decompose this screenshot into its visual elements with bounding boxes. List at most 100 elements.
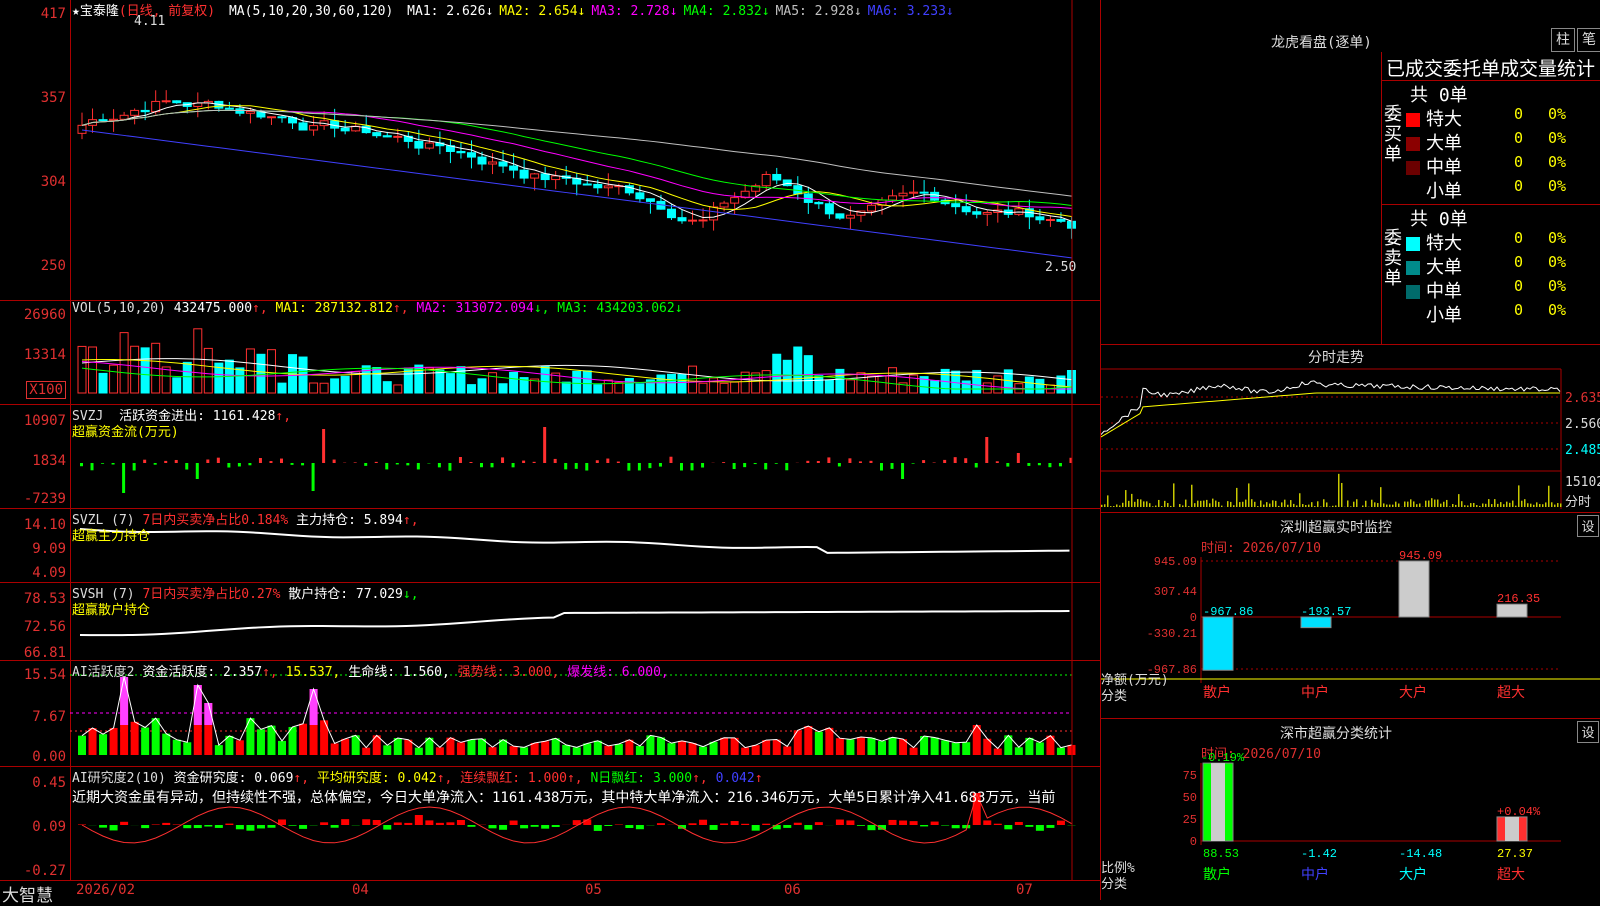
candle-body [510, 166, 518, 170]
ai-research-panel[interactable]: AI研究度2(10) 资金研究度: 0.069↑, 平均研究度: 0.042↑,… [70, 766, 1100, 881]
candle-body [383, 136, 391, 137]
monitor-panel[interactable]: 深圳超赢实时监控 设 时间: 2026/07/10 945.09307.440-… [1101, 512, 1600, 719]
research-bar [1004, 825, 1012, 829]
volume-chart[interactable] [70, 301, 1100, 405]
cls-value: -1.42 [1301, 847, 1337, 861]
svzj-bar [112, 463, 115, 464]
research-bar [836, 820, 844, 825]
research-bar [225, 824, 233, 825]
ai1-y-tick-2: 7.67 [32, 709, 66, 725]
stat-row: 小单00% [1406, 177, 1600, 201]
activity-bar [825, 728, 833, 755]
intraday-volume-bar [1236, 488, 1238, 507]
intraday-volume-bar [1521, 501, 1523, 507]
candle-body [1057, 220, 1065, 222]
activity-bar [299, 724, 307, 755]
svzj-bar [417, 463, 420, 469]
svzl-y-axis: 14.10 9.09 4.09 [0, 508, 71, 583]
svzj-bar [80, 463, 83, 466]
research-bar [794, 823, 802, 825]
svzj-bar [964, 458, 967, 463]
intraday-volume-bar [1221, 506, 1223, 507]
candlestick-chart[interactable] [70, 0, 1100, 300]
intraday-volume-bar [1278, 506, 1280, 507]
intraday-volume-bar [1170, 506, 1172, 507]
candle-body [415, 141, 423, 148]
brand-label[interactable]: 大智慧 [2, 881, 53, 906]
svzj-bar [996, 461, 999, 463]
tick-mode-button[interactable]: 笔 [1577, 28, 1600, 52]
volume-bar [583, 371, 591, 393]
stat-color-swatch [1406, 137, 1420, 151]
svzj-subtitle: 超赢资金流(万元) [72, 421, 179, 440]
svzl-panel[interactable]: SVZL (7) 7日内买卖净占比0.184% 主力持仓: 5.894↑, 超赢… [70, 508, 1100, 583]
price-panel[interactable]: ★宝泰隆(日线, 前复权) MA(5,10,20,30,60,120) MA1:… [70, 0, 1100, 300]
volume-bar [236, 368, 244, 393]
stat-row: 中单00% [1406, 277, 1600, 301]
cls-value: 27.37 [1497, 847, 1533, 861]
volume-bar [99, 373, 107, 393]
vol-y-tick-2: 13314 [24, 347, 66, 363]
activity-bar [710, 742, 718, 755]
candle-body [667, 209, 675, 217]
activity-bar [699, 747, 707, 755]
bar-mode-button[interactable]: 柱 [1551, 28, 1575, 52]
candle-body [762, 174, 770, 185]
intraday-volume-bar [1182, 505, 1184, 507]
volume-panel[interactable]: VOL(5,10,20) 432475.000↑, MA1: 287132.81… [70, 300, 1100, 405]
volume-bar [425, 368, 433, 393]
intraday-panel[interactable]: 分时走势 2.635 2.560 2.485 15102 分时 [1101, 344, 1600, 509]
ma-item-5: MA5: 2.928↓ [776, 4, 862, 19]
ai2-y-tick-3: -0.27 [24, 863, 66, 879]
candle-body [267, 117, 275, 118]
volume-header: VOL(5,10,20) 432475.000↑, MA1: 287132.81… [72, 301, 683, 316]
volume-bar [825, 380, 833, 393]
svzj-bar [817, 461, 820, 463]
activity-bar [162, 734, 170, 755]
intraday-volume-bar [1491, 504, 1493, 507]
intraday-volume-bar [1497, 504, 1499, 507]
sell-section: 委卖单 共 0单 特大00%大单00%中单00%小单00% [1382, 204, 1600, 345]
dragon-tiger-title: 龙虎看盘(逐单) [1271, 32, 1372, 52]
intraday-volume-bar [1356, 499, 1358, 507]
mon-bar-label: 945.09 [1399, 549, 1442, 563]
volume-bar [720, 383, 728, 393]
monitor-chart[interactable]: 945.09307.440-330.21-967.86-967.86散户-193… [1101, 513, 1600, 719]
cls-tick: 50 [1183, 791, 1197, 805]
research-bar [657, 823, 665, 825]
volume-bar [889, 368, 897, 393]
volume-bar [110, 365, 118, 393]
svzj-bar [838, 463, 841, 466]
stock-name[interactable]: ★宝泰隆 [72, 4, 119, 19]
class-panel[interactable]: 深市超赢分类统计 设 时间: 2026/07/10 755025088.53散户… [1101, 718, 1600, 901]
svzj-bar [385, 463, 388, 469]
candle-body [457, 151, 465, 152]
intraday-chart[interactable] [1101, 345, 1600, 509]
intraday-volume-bar [1134, 502, 1136, 507]
ai-activity-panel[interactable]: AI活跃度2 资金活跃度: 2.357↑, 15.537, 生命线: 1.560… [70, 660, 1100, 767]
volume-bar [815, 376, 823, 393]
stat-name: 大单 [1426, 133, 1462, 154]
svzj-bar [575, 463, 578, 469]
vol-ma1: MA1: 287132.812 [276, 301, 393, 316]
activity-bar [331, 743, 339, 755]
intraday-volume-bar [1323, 499, 1325, 507]
ma-item-3: MA3: 2.728↓ [591, 4, 677, 19]
svzj-bar [806, 461, 809, 463]
research-bar [846, 820, 854, 825]
svsh-pct: 7日内买卖净占比0.27% [142, 587, 280, 602]
intraday-volume-bar [1383, 503, 1385, 507]
cls-value: 88.53 [1203, 847, 1239, 861]
svzj-bar [491, 463, 494, 467]
intraday-volume-bar [1242, 502, 1244, 507]
mon-bar-label: -967.86 [1203, 605, 1253, 619]
svsh-panel[interactable]: SVSH (7) 7日内买卖净占比0.27% 散户持仓: 77.029↓, 超赢… [70, 582, 1100, 661]
research-bar [552, 825, 560, 827]
svzj-panel[interactable]: SVZJ 活跃资金进出: 1161.428↑, 超赢资金流(万元) [70, 404, 1100, 509]
class-chart[interactable]: 755025088.53散户-1.42中户-14.48大户27.37超大-0.1… [1101, 719, 1600, 901]
stat-color-swatch [1406, 237, 1420, 251]
research-bar [141, 825, 149, 828]
svzj-bar [975, 463, 978, 467]
intraday-volume-bar [1137, 499, 1139, 507]
candle-body [552, 176, 560, 180]
